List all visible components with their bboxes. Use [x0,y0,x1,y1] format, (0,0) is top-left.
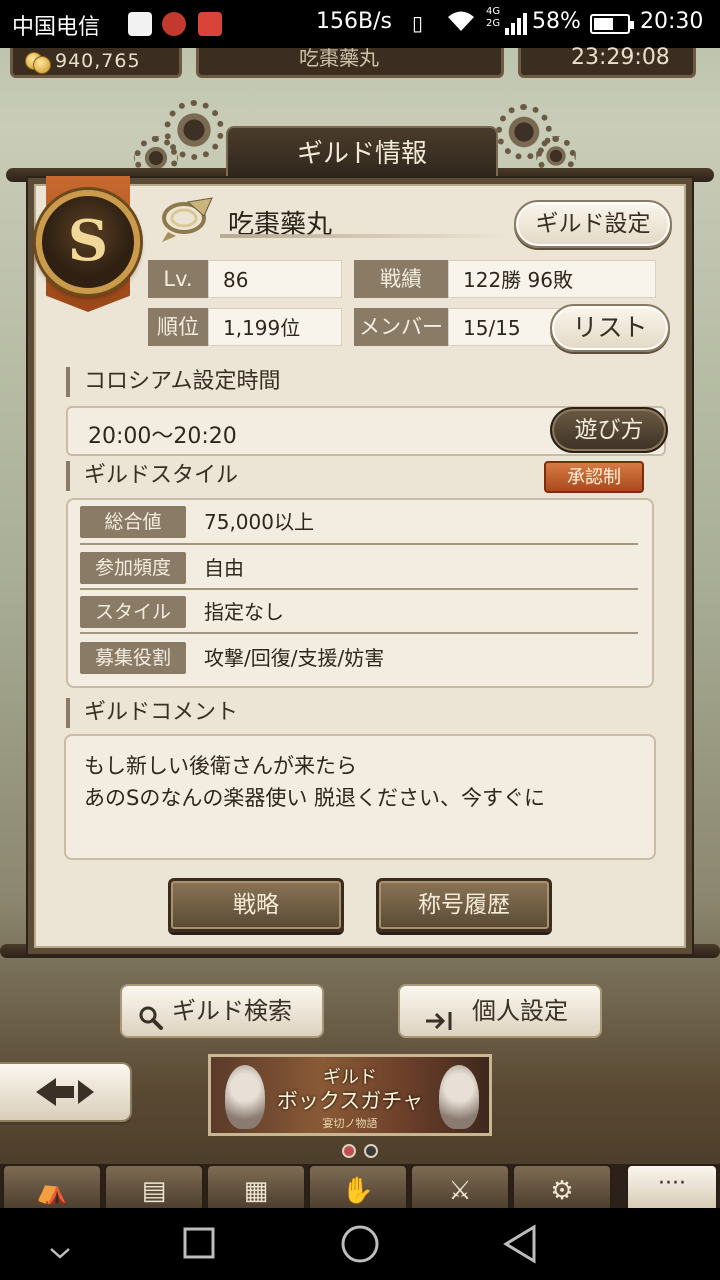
row-divider [80,588,638,590]
battery-fill [594,18,613,30]
members-label: メンバー [354,308,448,346]
gear-icon: ⚙ [550,1176,574,1206]
guild-comment-box: もし新しい後衛さんが来たら あのSのなんの楽器使い 脱退ください、今すぐに [64,734,656,860]
timer-text: 23:29:08 [571,45,670,70]
record-value: 122勝 96敗 [448,260,656,298]
notification-app-icon [128,12,152,36]
nav-tab-weapon[interactable]: ⚔ [410,1164,510,1208]
rank-label: 順位 [148,308,208,346]
title-history-button[interactable]: 称号履歴 [376,878,552,932]
guild-search-label: ギルド検索 [172,997,292,1025]
promo-title-line2: ボックスガチャ [276,1089,424,1113]
panel-title: ギルド情報 [226,126,498,178]
personal-settings-label: 個人設定 [472,997,568,1025]
notification-app-icon [198,12,222,36]
scroll-icon: ▦ [243,1176,269,1206]
style-row-value: 攻撃/回復/支援/妨害 [204,646,385,670]
style-row-value: 自由 [204,556,244,580]
sword-icon: ⚔ [448,1176,472,1206]
book-icon: ▤ [141,1176,167,1206]
more-icon: ···· [658,1171,686,1196]
nav-tab-home[interactable]: ⛺ [2,1164,102,1208]
network-type-label: 4G 2G [486,6,500,30]
nav-tab-quest[interactable]: ▦ [206,1164,306,1208]
level-label: Lv. [148,260,208,298]
guild-style-section-title: ギルドスタイル [66,461,238,491]
colosseum-section-title: コロシアム設定時間 [66,367,280,397]
coin-amount: 940,765 [55,50,141,72]
personal-settings-button[interactable]: 個人設定 [398,984,602,1038]
style-row-value: 指定なし [204,600,284,624]
clock: 20:30 [640,9,704,34]
guild-crest-icon [158,194,216,244]
signal-icon [504,12,528,40]
wifi-icon [446,9,476,39]
how-to-play-button[interactable]: 遊び方 [550,407,668,453]
strategy-button[interactable]: 戦略 [168,878,344,932]
gear-decoration-icon [164,100,224,160]
comment-line: あのSのなんの楽器使い 脱退ください、今すぐに [84,786,546,810]
network-speed: 156B/s [316,9,392,34]
back-button[interactable] [0,1062,132,1122]
style-row-label: 参加頻度 [80,552,186,584]
battery-icon [590,14,634,34]
promo-banner[interactable]: ギルド ボックスガチャ 宴切ノ物語 [208,1054,492,1136]
row-divider [80,543,638,545]
notification-app-icon [162,12,186,36]
record-label: 戦績 [354,260,448,298]
carousel-dot[interactable] [364,1144,378,1158]
vibrate-icon: ▯ [412,11,424,35]
hand-icon: ✋ [341,1176,375,1206]
carrier-label: 中国电信 [12,15,101,40]
status-bar: 中国电信 156B/s ▯ 4G 2G 58% 20:30 [0,0,720,48]
nav-tab-gacha[interactable]: ✋ [308,1164,408,1208]
row-divider [80,632,638,634]
battery-percent: 58% [532,9,581,34]
style-row-value: 75,000以上 [204,510,314,534]
system-nav-bar [0,1208,720,1280]
promo-subtitle: 宴切ノ物語 [322,1117,378,1130]
nav-tab-more[interactable]: ···· [626,1164,718,1208]
guild-name-underline [220,234,510,238]
hide-nav-icon[interactable] [48,1230,72,1270]
rank-value: 1,199位 [208,308,342,346]
castle-icon: ⛺ [35,1176,69,1206]
rank-emblem: S [36,190,140,294]
guild-comment-section-title: ギルドコメント [66,698,238,728]
timer-box: 23:29:08 [518,45,696,78]
member-list-button[interactable]: リスト [550,304,670,352]
guild-search-button[interactable]: ギルド検索 [120,984,324,1038]
search-icon [138,998,164,1048]
guild-settings-button[interactable]: ギルド設定 [514,200,672,248]
colosseum-time: 20:00～20:20 [88,424,237,449]
coin-counter: 940,765 [10,48,182,78]
back-arrow-icon [34,1074,96,1114]
network-type-bottom: 2G [486,18,501,29]
coin-icon [25,50,55,74]
guild-name-plate-text: 吃棗藥丸 [299,46,379,70]
approval-badge: 承認制 [544,461,644,493]
bottom-nav: ⛺ ▤ ▦ ✋ ⚔ ⚙ ···· [0,1164,720,1208]
carousel-dot-active[interactable] [342,1144,356,1158]
recent-apps-icon[interactable] [182,1226,216,1269]
style-row-label: スタイル [80,596,186,628]
level-value: 86 [208,260,342,298]
style-row-label: 総合値 [80,506,186,538]
nav-tab-story[interactable]: ▤ [104,1164,204,1208]
nav-tab-settings[interactable]: ⚙ [512,1164,612,1208]
guild-name-plate: 吃棗藥丸 [196,46,504,78]
style-row-label: 募集役割 [80,642,186,674]
network-type-top: 4G [486,6,501,17]
enter-arrow-icon [424,1000,456,1050]
comment-line: もし新しい後衛さんが来たら [84,754,357,778]
back-nav-icon[interactable] [502,1224,538,1273]
home-icon[interactable] [340,1224,380,1273]
